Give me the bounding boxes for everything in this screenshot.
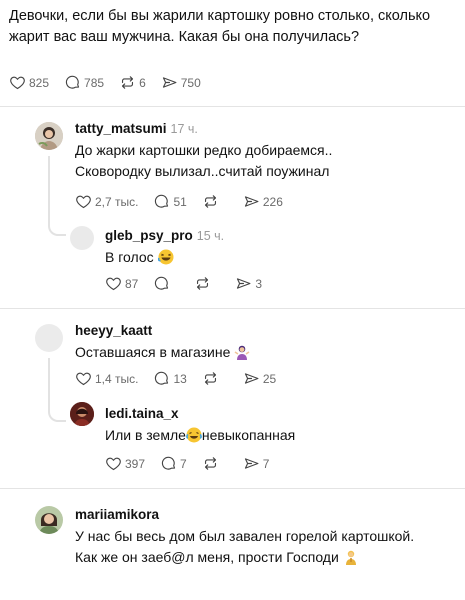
divider [0, 106, 465, 107]
like-button[interactable]: 1,4 тыс. [75, 370, 138, 387]
comment-button[interactable]: 13 [153, 370, 187, 387]
comment-icon [160, 455, 177, 472]
comment-text: Оставшаяся в магазине [75, 342, 250, 363]
person-shrugging-emoji [234, 345, 250, 360]
comment-username[interactable]: mariiamikora [75, 507, 159, 522]
share-icon [235, 275, 252, 292]
share-button[interactable]: 226 [243, 193, 283, 210]
like-count: 825 [29, 75, 50, 90]
comment-username[interactable]: heeyy_kaatt [75, 323, 152, 338]
repost-icon [202, 455, 219, 472]
repost-icon [194, 275, 211, 292]
comment-button[interactable]: 7 [160, 455, 187, 472]
reply-text: Или в земле невыкопанная [105, 427, 296, 443]
avatar[interactable] [35, 122, 63, 150]
comment-button[interactable]: 51 [153, 193, 187, 210]
heart-icon [105, 275, 122, 292]
share-button[interactable]: 25 [243, 370, 276, 387]
comment-icon [153, 370, 170, 387]
reply-username[interactable]: ledi.taina_x [105, 406, 179, 421]
like-button[interactable]: 87 [105, 275, 138, 292]
heart-icon [75, 193, 92, 210]
reply-text: В голос [105, 247, 174, 268]
comment-icon [64, 74, 81, 91]
heart-icon [9, 74, 26, 91]
comment-button[interactable]: 785 [64, 74, 104, 91]
comment-button[interactable] [153, 275, 170, 292]
repost-button[interactable] [202, 193, 219, 210]
laughing-face-emoji [157, 249, 174, 265]
comment-text: У нас бы весь дом был завален горелой ка… [75, 528, 415, 565]
avatar[interactable] [35, 324, 63, 352]
thread-line [48, 358, 50, 410]
reply-connector [48, 222, 66, 236]
comment-icon [153, 193, 170, 210]
repost-button[interactable] [194, 275, 211, 292]
share-icon [243, 193, 260, 210]
share-count: 750 [180, 75, 201, 90]
comment-username[interactable]: tatty_matsumi 17 ч. [75, 121, 198, 136]
comment-time: 17 ч. [170, 122, 198, 136]
repost-button[interactable] [202, 370, 219, 387]
reply-actions: 87 3 [105, 275, 277, 292]
comment-text: До жарки картошки редко добираемся.. Ско… [75, 142, 333, 179]
divider [0, 488, 465, 489]
tears-of-joy-emoji [185, 427, 202, 443]
repost-button[interactable]: 6 [119, 74, 146, 91]
post-actions: 825 785 6 750 [9, 74, 216, 91]
share-icon [243, 370, 260, 387]
like-button[interactable]: 397 [105, 455, 145, 472]
reply-actions: 397 7 7 [105, 455, 284, 472]
divider [0, 308, 465, 309]
reply-connector [48, 408, 66, 422]
repost-icon [119, 74, 136, 91]
share-button[interactable]: 3 [235, 275, 262, 292]
share-button[interactable]: 7 [243, 455, 269, 472]
post-text: Девочки, если бы вы жарили картошку ровн… [9, 8, 431, 45]
repost-button[interactable] [202, 455, 219, 472]
like-button[interactable]: 2,7 тыс. [75, 193, 138, 210]
comment-count: 785 [84, 75, 105, 90]
heart-icon [75, 370, 92, 387]
comment-actions: 2,7 тыс. 51 226 [75, 193, 298, 210]
avatar[interactable] [35, 506, 63, 534]
like-button[interactable]: 825 [9, 74, 49, 91]
repost-icon [202, 370, 219, 387]
heart-icon [105, 455, 122, 472]
comment-icon [153, 275, 170, 292]
reply-username[interactable]: gleb_psy_pro 15 ч. [105, 228, 224, 243]
comment-actions: 1,4 тыс. 13 25 [75, 370, 291, 387]
repost-count: 6 [139, 75, 146, 90]
repost-icon [202, 193, 219, 210]
thread-line [48, 156, 50, 224]
praying-person-emoji [345, 550, 356, 565]
share-button[interactable]: 750 [161, 74, 201, 91]
share-icon [243, 455, 260, 472]
avatar[interactable] [70, 226, 94, 250]
reply-time: 15 ч. [196, 229, 225, 243]
share-icon [161, 74, 178, 91]
avatar[interactable] [70, 402, 94, 426]
